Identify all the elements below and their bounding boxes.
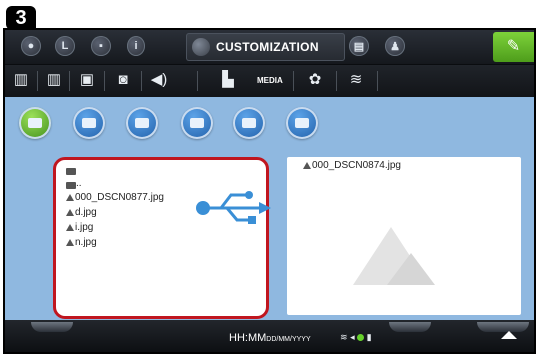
image-icon <box>28 118 42 128</box>
gallery-media-button[interactable] <box>233 107 265 139</box>
folder-icon[interactable] <box>66 168 76 175</box>
list-item-label: d.jpg <box>75 207 97 218</box>
device-screen: ● L ▪ i CUSTOMIZATION ▤ ♟ ✎ ▥ ▥ ▣ ◙ ◀) ▙… <box>3 28 536 354</box>
book-alt-icon[interactable]: ▥ <box>43 69 65 91</box>
chat-tab-icon[interactable]: ▪ <box>91 36 111 56</box>
toolbar-divider <box>377 71 378 91</box>
image-file-icon <box>66 194 74 201</box>
link-icon <box>190 118 204 128</box>
center-knob[interactable] <box>389 322 431 332</box>
photo-frame-icon[interactable]: ▣ <box>75 69 99 91</box>
clock-tab-icon[interactable]: L <box>55 36 75 56</box>
user-tab-icon[interactable]: ♟ <box>385 36 405 56</box>
left-knob[interactable] <box>31 322 73 332</box>
palette-icon[interactable]: ✿ <box>303 69 327 91</box>
clock: HH:MMDD/MM/YYYY <box>229 332 311 344</box>
info-tab-icon[interactable]: i <box>127 36 145 56</box>
camera-icon <box>135 118 149 128</box>
wifi-status-icon: ≋ <box>340 332 348 342</box>
video-media-button[interactable] <box>73 107 105 139</box>
status-bar: HH:MMDD/MM/YYYY ≋ ◂ ▮ <box>5 320 534 352</box>
toolbar-divider <box>104 71 105 91</box>
media-folder-icon[interactable]: ▙ <box>215 69 241 91</box>
toolbar-divider <box>141 71 142 91</box>
tab-customization[interactable]: CUSTOMIZATION <box>186 33 345 61</box>
connection-status-icon <box>357 334 365 342</box>
image-file-icon <box>66 209 74 216</box>
speaker-icon[interactable]: ◀) <box>147 69 171 91</box>
toolbar-divider <box>293 71 294 91</box>
pencil-icon <box>192 38 210 56</box>
list-item[interactable]: i.jpg <box>66 222 93 233</box>
battery-icon: ▮ <box>366 332 372 342</box>
storage-usage: 0.8 Mb/50.0 Mb <box>369 302 439 313</box>
wifi-icon[interactable]: ≋ <box>343 69 369 91</box>
wrench-settings-tab[interactable]: ✎ <box>493 32 534 62</box>
media-panel: .. 000_DSCN0877.jpg d.jpg i.jpg n.jpg 00… <box>5 97 534 320</box>
video-icon <box>82 118 96 128</box>
date-text: DD/MM/YYYY <box>266 336 311 343</box>
image-preview[interactable]: 000_DSCN0874.jpg <box>287 157 521 315</box>
book-icon[interactable]: ▥ <box>11 69 31 91</box>
list-item[interactable]: d.jpg <box>66 207 97 218</box>
media-label: MEDIA <box>257 76 283 85</box>
usb-file-list[interactable]: .. 000_DSCN0877.jpg d.jpg i.jpg n.jpg <box>53 157 269 319</box>
sound-status-icon: ◂ <box>350 332 355 342</box>
step-badge: 3 <box>6 6 36 30</box>
wrench-icon: ✎ <box>506 38 521 55</box>
drop-icon[interactable]: ● <box>21 36 41 56</box>
list-item-label: n.jpg <box>75 237 97 248</box>
toolbar-divider <box>69 71 70 91</box>
top-tab-bar: ● L ▪ i CUSTOMIZATION ▤ ♟ ✎ <box>5 30 534 65</box>
status-icons: ≋ ◂ ▮ <box>340 332 372 343</box>
parent-folder-icon[interactable] <box>66 182 76 189</box>
parent-folder-name[interactable]: .. <box>76 178 82 189</box>
toolbar-divider <box>336 71 337 91</box>
list-item[interactable]: n.jpg <box>66 237 97 248</box>
image-file-icon <box>66 239 74 246</box>
keyboard-tab-icon[interactable]: ▤ <box>349 36 369 56</box>
list-item-label: 000_DSCN0877.jpg <box>75 192 164 203</box>
screen-icon[interactable]: ◙ <box>111 69 135 91</box>
tab-customization-label: CUSTOMIZATION <box>216 40 319 54</box>
expand-up-icon[interactable] <box>501 331 517 339</box>
camera-media-button[interactable] <box>126 107 158 139</box>
time-text: HH:MM <box>229 332 267 344</box>
toolbar-divider <box>197 71 198 91</box>
list-item-label: i.jpg <box>75 222 94 233</box>
list-item[interactable]: 000_DSCN0877.jpg <box>66 192 164 203</box>
image-placeholder-icon <box>353 227 435 285</box>
customization-toolbar: ▥ ▥ ▣ ◙ ◀) ▙ MEDIA ✿ ≋ <box>5 65 534 97</box>
image-file-icon <box>66 224 74 231</box>
gallery-icon <box>242 118 256 128</box>
usb-icon <box>196 191 271 224</box>
toolbar-divider <box>37 71 38 91</box>
image-media-button[interactable] <box>19 107 51 139</box>
grid-media-button[interactable] <box>286 107 318 139</box>
link-media-button[interactable] <box>181 107 213 139</box>
grid-icon <box>295 118 309 128</box>
